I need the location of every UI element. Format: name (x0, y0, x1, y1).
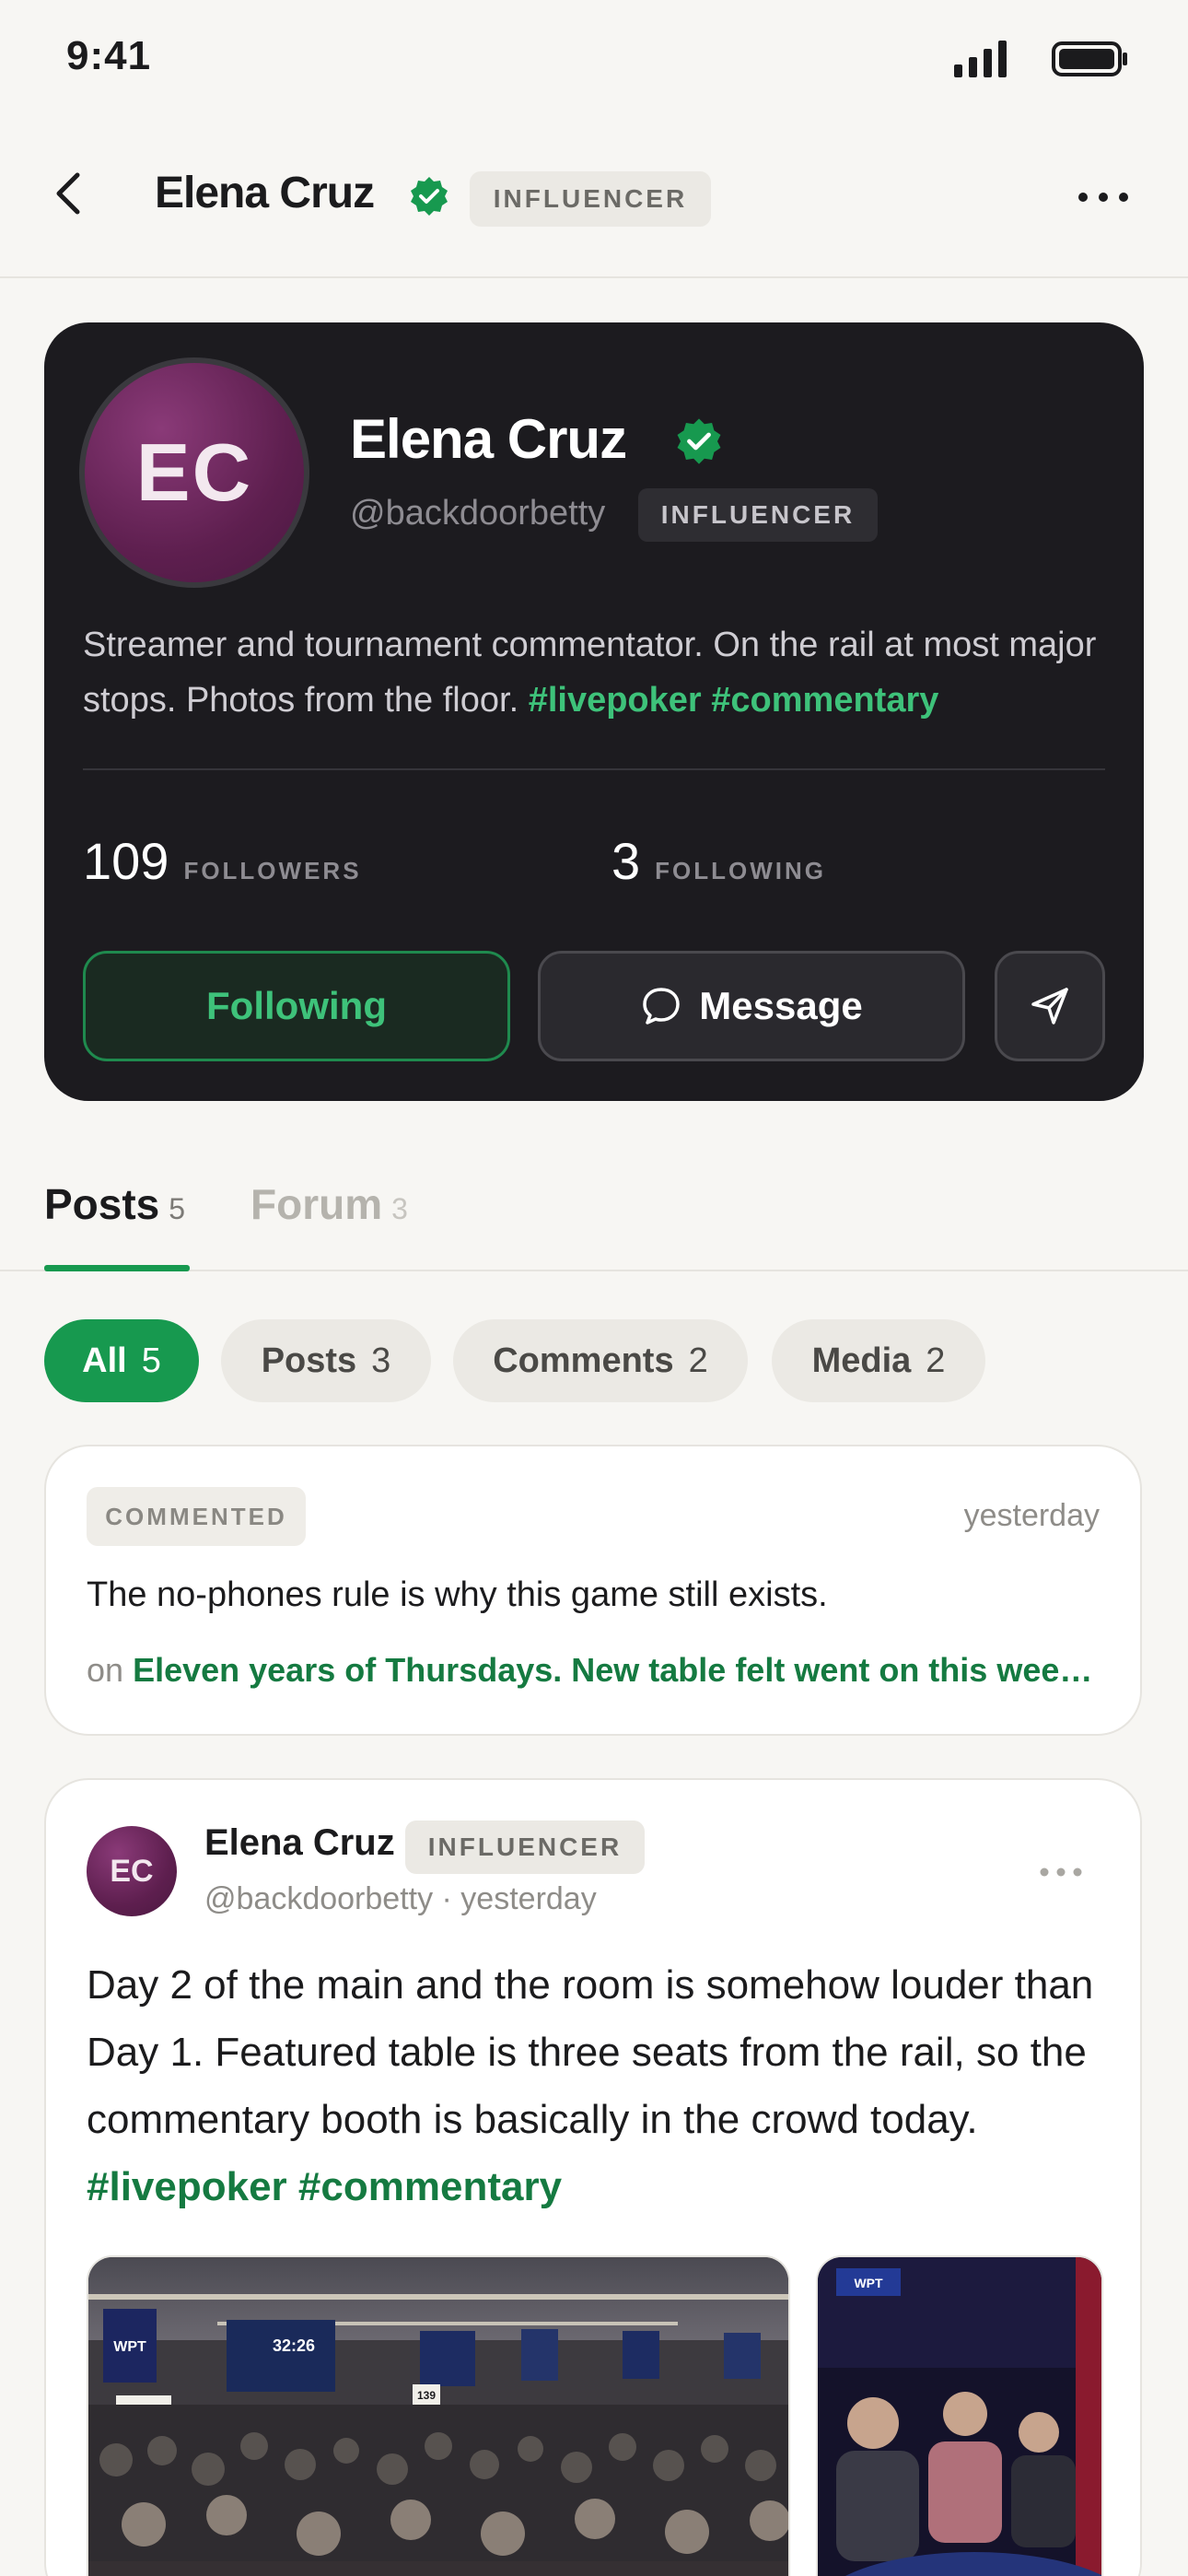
followers-count: 109 (83, 832, 169, 890)
verified-badge-icon (677, 418, 721, 464)
bio-hashtags[interactable]: #livepoker #commentary (529, 681, 939, 720)
nav-header: Elena Cruz INFLUENCER (0, 147, 1188, 278)
post-text: Day 2 of the main and the room is someho… (87, 1951, 1109, 2220)
avatar: EC (79, 357, 309, 588)
chip-label: Media (811, 1341, 912, 1380)
activity-type-badge: COMMENTED (87, 1487, 306, 1546)
parent-post-link[interactable]: Eleven years of Thursdays. New table fel… (133, 1651, 1092, 1689)
page-title: Elena Cruz (155, 169, 375, 217)
on-label: on (87, 1651, 124, 1689)
post-meta: @backdoorbetty · yesterday (204, 1881, 597, 1916)
back-arrow-icon[interactable] (46, 170, 94, 217)
wpt-sign-text: WPT (854, 2276, 883, 2290)
filter-chip-all[interactable]: All 5 (44, 1319, 199, 1402)
post-photo[interactable]: WPT (816, 2255, 1103, 2576)
screen-clock-text: 32:26 (273, 2336, 315, 2355)
followers-label: FOLLOWERS (183, 857, 362, 884)
comment-text: The no-phones rule is why this game stil… (87, 1575, 828, 1614)
post-hashtags[interactable]: #livepoker #commentary (87, 2164, 562, 2209)
tab-forum-label: Forum (250, 1180, 383, 1228)
message-button[interactable]: Message (538, 951, 965, 1061)
activity-time: yesterday (963, 1498, 1100, 1533)
tab-posts-count: 5 (169, 1192, 186, 1225)
send-paper-plane-icon (1031, 988, 1068, 1025)
chip-label: Comments (493, 1341, 674, 1380)
profile-bio: Streamer and tournament commentator. On … (83, 617, 1105, 728)
post-author-name[interactable]: Elena Cruz (204, 1822, 395, 1864)
tournament-room-photo: 32:26 WPT 140 139 (88, 2257, 788, 2576)
more-options-icon[interactable] (1076, 179, 1131, 216)
following-count: 3 (611, 832, 641, 890)
tab-forum-count: 3 (391, 1192, 408, 1225)
post-more-options-icon[interactable] (1037, 1863, 1085, 1881)
featured-table-photo: WPT (818, 2257, 1101, 2576)
influencer-badge: INFLUENCER (470, 171, 711, 227)
following-button-label: Following (206, 984, 387, 1027)
profile-name: Elena Cruz (350, 408, 627, 470)
share-profile-button[interactable] (995, 951, 1105, 1061)
influencer-badge: INFLUENCER (405, 1821, 645, 1874)
filter-chip-posts[interactable]: Posts 3 (221, 1319, 431, 1402)
tab-posts[interactable]: Posts 5 (44, 1179, 185, 1229)
message-button-label: Message (699, 984, 863, 1027)
profile-page: 9:41 Elena Cruz INFLUENCER EC Elena Cruz… (0, 0, 1188, 2576)
post-card: EC Elena Cruz INFLUENCER @backdoorbetty … (44, 1778, 1142, 2576)
following-button[interactable]: Following (83, 951, 510, 1061)
table-sign-b: 139 (417, 2389, 436, 2402)
divider (83, 768, 1105, 770)
post-photo[interactable]: 32:26 WPT 140 139 (87, 2255, 790, 2576)
following-stat[interactable]: 3 FOLLOWING (611, 831, 826, 891)
chip-count: 2 (926, 1341, 946, 1380)
post-author-avatar[interactable]: EC (87, 1826, 177, 1916)
followers-stat[interactable]: 109 FOLLOWERS (83, 831, 362, 891)
profile-handle: @backdoorbetty (350, 494, 606, 533)
chip-count: 5 (141, 1341, 161, 1380)
comment-context: on Eleven years of Thursdays. New table … (87, 1651, 1103, 1690)
wpt-banner-text: WPT (113, 2339, 146, 2355)
status-bar: 9:41 (0, 0, 1188, 120)
filter-chip-media[interactable]: Media 2 (772, 1319, 985, 1402)
chip-label: Posts (261, 1341, 357, 1380)
chip-label: All (82, 1341, 127, 1380)
cellular-signal-icon (954, 41, 1007, 77)
active-tab-indicator (44, 1265, 190, 1271)
following-label: FOLLOWING (655, 857, 827, 884)
chip-count: 3 (371, 1341, 391, 1380)
chip-count: 2 (688, 1341, 708, 1380)
post-body: Day 2 of the main and the room is someho… (87, 1962, 1094, 2142)
profile-card: EC Elena Cruz @backdoorbetty INFLUENCER … (44, 322, 1144, 1101)
chat-bubble-icon (643, 988, 681, 1025)
filter-chip-comments[interactable]: Comments 2 (453, 1319, 748, 1402)
comment-activity-card[interactable]: COMMENTED yesterday The no-phones rule i… (44, 1445, 1142, 1736)
profile-tabs: Posts 5 Forum 3 (0, 1142, 1188, 1271)
influencer-badge: INFLUENCER (638, 488, 878, 542)
tab-forum[interactable]: Forum 3 (250, 1179, 408, 1229)
battery-icon (1052, 41, 1127, 76)
verified-badge-icon (411, 177, 448, 216)
status-time: 9:41 (66, 33, 152, 78)
tab-posts-label: Posts (44, 1180, 160, 1228)
